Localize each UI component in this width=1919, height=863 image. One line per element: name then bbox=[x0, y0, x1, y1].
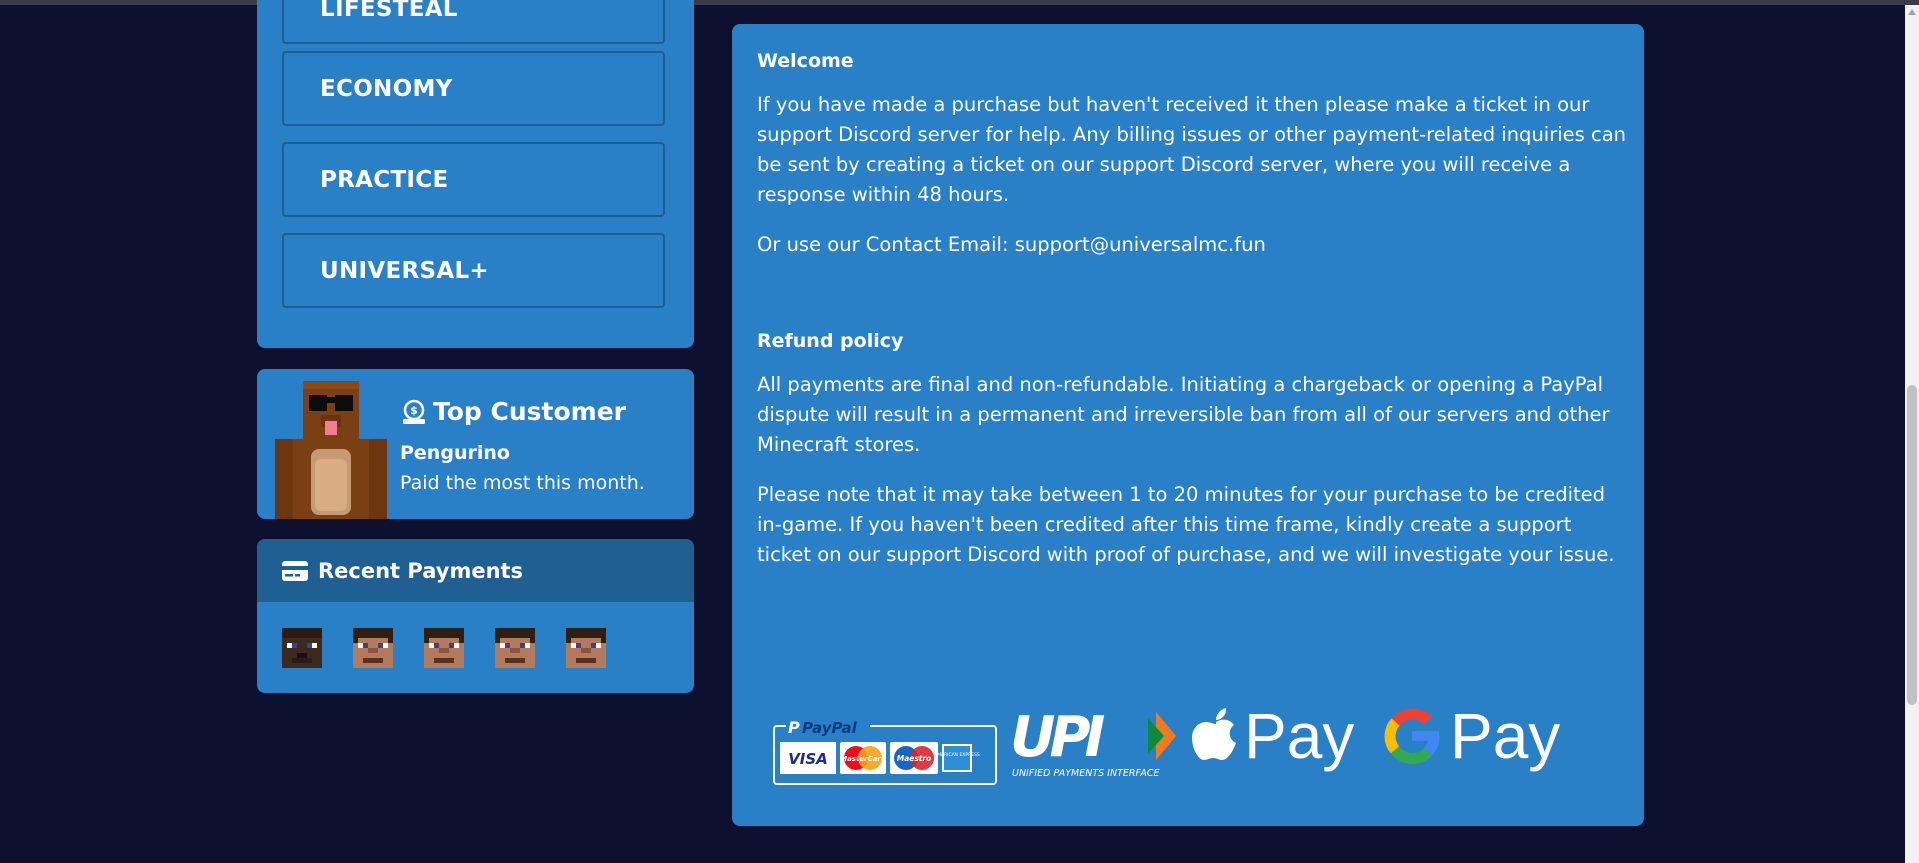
categories-panel: LIFESTEAL ECONOMY PRACTICE UNIVERSAL+ bbox=[257, 0, 694, 348]
svg-text:$: $ bbox=[410, 404, 418, 417]
category-universal-plus-button[interactable]: UNIVERSAL+ bbox=[282, 233, 665, 308]
welcome-text: If you have made a purchase but haven't … bbox=[757, 93, 1627, 206]
credit-time-text: Please note that it may take between 1 t… bbox=[757, 483, 1615, 566]
top-customer-name: Pengurino bbox=[400, 442, 510, 464]
top-customer-title-text: Top Customer bbox=[433, 397, 626, 426]
svg-text:MasterCard: MasterCard bbox=[840, 755, 887, 763]
page-scrollbar[interactable] bbox=[1905, 5, 1919, 863]
scroll-up-arrow-icon[interactable] bbox=[1908, 9, 1916, 15]
svg-text:P: P bbox=[788, 718, 800, 737]
player-head-avatar[interactable] bbox=[495, 628, 535, 668]
refund-policy-heading: Refund policy bbox=[757, 330, 904, 352]
upi-logo: UPI UNIFIED PAYMENTS INTERFACE bbox=[1010, 705, 1176, 779]
google-pay-text: Pay bbox=[1450, 700, 1561, 772]
money-icon: $ bbox=[403, 399, 425, 424]
svg-text:AMERICAN EXPRESS: AMERICAN EXPRESS bbox=[934, 752, 980, 758]
apple-pay-logo: Pay bbox=[1192, 704, 1354, 768]
player-head-avatar[interactable] bbox=[282, 628, 322, 668]
refund-policy-text: All payments are final and non-refundabl… bbox=[757, 373, 1610, 456]
google-pay-logo: Pay bbox=[1382, 704, 1560, 768]
player-head-avatar[interactable] bbox=[353, 628, 393, 668]
paypal-cards-logo: P PayPal VISA MasterCard Maestro AMERICA… bbox=[773, 718, 997, 785]
player-head-avatar[interactable] bbox=[566, 628, 606, 668]
player-head-avatar[interactable] bbox=[424, 628, 464, 668]
apple-pay-text: Pay bbox=[1244, 700, 1355, 772]
scrollbar-thumb[interactable] bbox=[1907, 385, 1917, 705]
category-label: LIFESTEAL bbox=[320, 0, 458, 22]
credit-card-icon bbox=[282, 560, 308, 581]
svg-text:UNIFIED PAYMENTS INTERFACE: UNIFIED PAYMENTS INTERFACE bbox=[1012, 768, 1160, 779]
category-economy-button[interactable]: ECONOMY bbox=[282, 51, 665, 126]
welcome-heading: Welcome bbox=[757, 50, 854, 72]
top-customer-description: Paid the most this month. bbox=[400, 472, 645, 494]
category-lifesteal-button[interactable]: LIFESTEAL bbox=[282, 0, 665, 44]
recent-payments-header: Recent Payments bbox=[257, 539, 694, 602]
category-label: ECONOMY bbox=[320, 75, 453, 102]
payment-methods: P PayPal VISA MasterCard Maestro AMERICA… bbox=[772, 698, 1592, 788]
category-label: UNIVERSAL+ bbox=[320, 257, 489, 284]
apple-icon bbox=[1192, 708, 1236, 760]
top-customer-card: $ Top Customer Pengurino Paid the most t… bbox=[257, 369, 694, 519]
top-customer-skin bbox=[275, 381, 387, 519]
store-info-content: Welcome If you have made a purchase but … bbox=[757, 50, 1627, 570]
svg-text:Maestro: Maestro bbox=[897, 754, 932, 763]
contact-email-text: Or use our Contact Email: support@univer… bbox=[757, 233, 1266, 256]
svg-text:VISA: VISA bbox=[788, 750, 828, 768]
store-info-panel: Welcome If you have made a purchase but … bbox=[732, 24, 1644, 826]
category-label: PRACTICE bbox=[320, 166, 449, 193]
svg-text:UPI: UPI bbox=[1010, 705, 1105, 770]
recent-payments-card: Recent Payments bbox=[257, 539, 694, 693]
top-customer-title: $ Top Customer bbox=[401, 397, 626, 426]
recent-payments-title: Recent Payments bbox=[318, 558, 524, 583]
category-practice-button[interactable]: PRACTICE bbox=[282, 142, 665, 217]
svg-text:PayPal: PayPal bbox=[802, 719, 858, 737]
google-g-icon bbox=[1384, 708, 1440, 764]
